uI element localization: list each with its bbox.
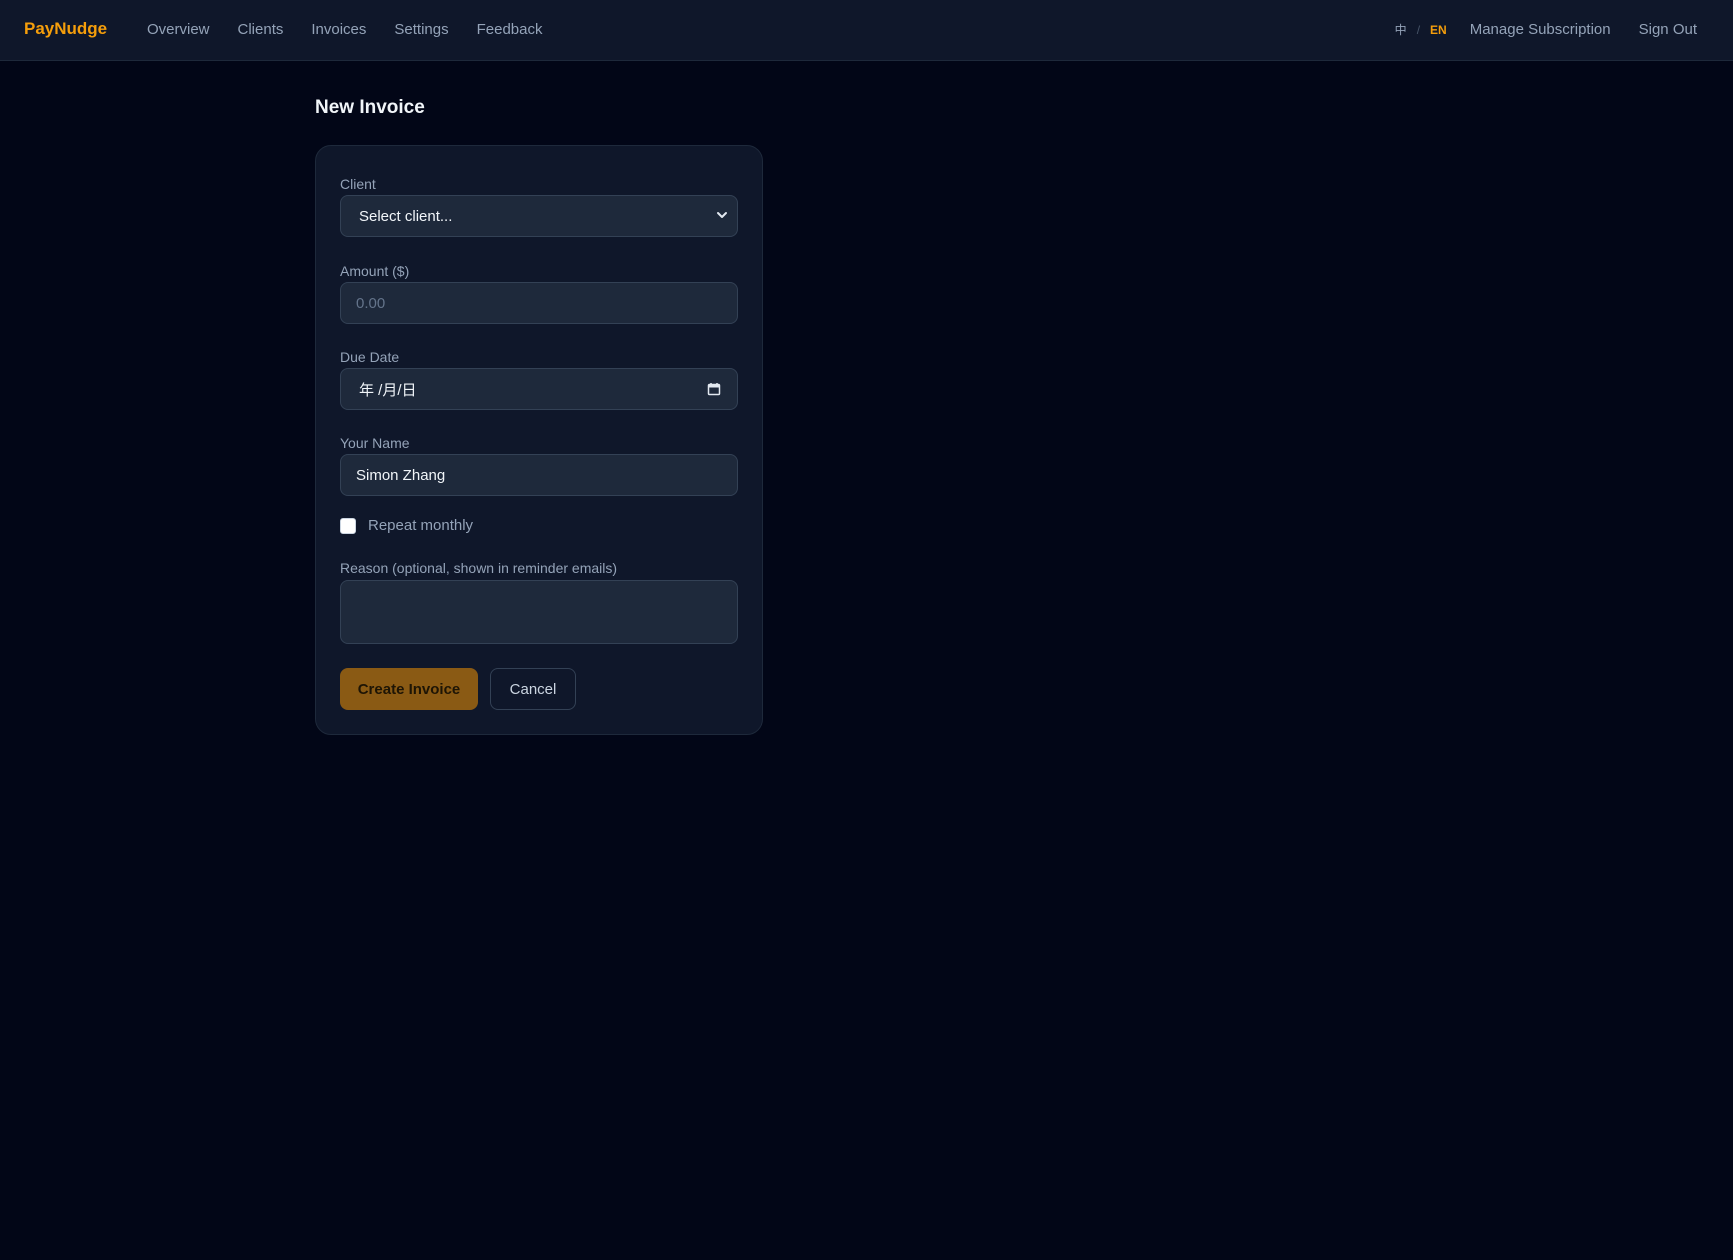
nav-settings[interactable]: Settings [394, 21, 448, 38]
nav-overview[interactable]: Overview [147, 21, 210, 38]
due-date-value: 年 /月/日 [359, 381, 417, 399]
amount-input[interactable]: 0.00 [340, 282, 738, 324]
calendar-icon[interactable] [707, 382, 721, 396]
top-navbar: PayNudge Overview Clients Invoices Setti… [0, 0, 1733, 61]
client-select[interactable]: Select client... [340, 195, 738, 237]
new-invoice-form: Client Select client... Amount ($) 0.00 … [315, 145, 763, 735]
nav-clients[interactable]: Clients [238, 21, 284, 38]
language-en-toggle[interactable]: EN [1430, 23, 1447, 37]
sign-out-link[interactable]: Sign Out [1639, 21, 1697, 38]
manage-subscription-link[interactable]: Manage Subscription [1470, 21, 1611, 38]
brand-logo[interactable]: PayNudge [24, 19, 107, 39]
client-select-value: Select client... [359, 207, 453, 225]
amount-placeholder: 0.00 [356, 294, 386, 312]
reason-textarea[interactable] [340, 580, 738, 644]
chevron-down-icon [717, 212, 727, 218]
your-name-value: Simon Zhang [356, 466, 446, 484]
reason-label: Reason (optional, shown in reminder emai… [340, 560, 618, 576]
nav-feedback[interactable]: Feedback [477, 21, 543, 38]
repeat-monthly-label[interactable]: Repeat monthly [368, 517, 473, 534]
page-title: New Invoice [315, 97, 425, 118]
language-zh-toggle[interactable]: 中 [1395, 21, 1407, 38]
repeat-monthly-checkbox[interactable] [340, 518, 356, 534]
main-nav: Overview Clients Invoices Settings Feedb… [147, 21, 542, 38]
amount-label: Amount ($) [340, 263, 410, 279]
your-name-input[interactable]: Simon Zhang [340, 454, 738, 496]
nav-invoices[interactable]: Invoices [311, 21, 366, 38]
your-name-label: Your Name [340, 435, 410, 451]
cancel-button[interactable]: Cancel [490, 668, 576, 710]
language-separator: / [1416, 22, 1421, 37]
due-date-label: Due Date [340, 349, 400, 365]
account-nav: 中 / EN Manage Subscription Sign Out [1395, 21, 1697, 38]
create-invoice-button[interactable]: Create Invoice [340, 668, 478, 710]
client-label: Client [340, 176, 376, 192]
due-date-input[interactable]: 年 /月/日 [340, 368, 738, 410]
